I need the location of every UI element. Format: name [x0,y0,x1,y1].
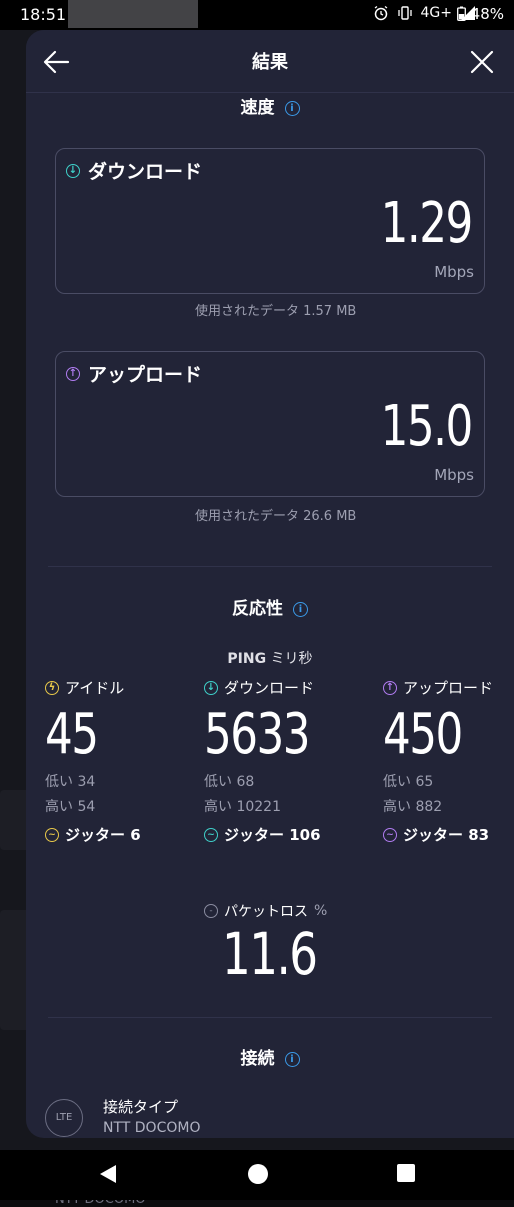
download-jitter: ~ ジッター 106 [204,824,344,845]
divider [48,566,492,567]
blurred-notification-area [68,0,198,28]
results-sheet: 結果 速度 i ↓ ダウンロード 1.29 Mbps 使用されたデータ 1.57 … [26,30,514,1138]
connection-type-label: 接続タイプ [103,1098,179,1116]
download-speed-value: 1.29 [380,191,474,256]
wave-circle-icon: ~ [45,827,59,842]
upload-speed-unit: Mbps [434,466,474,484]
packet-loss-heading: - パケットロス % [204,901,327,921]
download-ping-value: 5633 [204,702,310,767]
idle-heading: ϟ アイドル [45,677,185,698]
status-bar: 18:51 4G+ 48% [0,0,514,30]
wave-circle-icon: ~ [383,827,397,842]
info-icon[interactable]: i [284,100,300,116]
connection-type-value: NTT DOCOMO [103,1120,201,1136]
page-title: 結果 [252,52,288,73]
idle-jitter-text: ジッター 6 [65,826,141,844]
network-type: 4G+ [420,5,453,21]
download-data-used: 使用されたデータ 1.57 MB [195,304,357,319]
download-speed-unit: Mbps [434,263,474,281]
vibrate-icon [397,6,412,20]
download-ping-heading: ↓ ダウンロード [204,677,344,698]
upload-label: ↑ アップロード [66,360,202,387]
upload-jitter-text: ジッター 83 [403,826,490,844]
responsiveness-title-text: 反応性 [232,599,283,619]
idle-jitter: ~ ジッター 6 [45,824,185,845]
upload-speed-value: 15.0 [380,394,474,459]
arrow-down-circle-icon: ↓ [66,163,80,178]
info-icon[interactable]: i [293,601,308,617]
idle-low: 低い 34 [45,774,96,790]
speed-title-text: 速度 [240,98,275,118]
nav-home-button[interactable] [246,1162,270,1190]
upload-ping-value: 450 [383,702,463,767]
upload-data-used: 使用されたデータ 26.6 MB [195,509,357,524]
idle-ping-value: 45 [45,702,99,767]
bolt-circle-icon: ϟ [45,680,59,695]
download-ping-low: 低い 68 [204,774,255,790]
lte-icon: LTE [45,1099,83,1137]
ping-unit: ミリ秒 [270,651,313,667]
arrow-up-circle-icon: ↑ [383,680,397,695]
packet-loss-unit: % [314,903,328,919]
circle-home-icon [248,1164,268,1184]
nav-back-button[interactable] [96,1162,120,1190]
divider [48,1017,492,1018]
responsiveness-section-title: 反応性 i [26,594,514,619]
upload-ping-low: 低い 65 [383,774,434,790]
battery-percent: 48% [470,5,504,23]
battery-icon [456,6,466,21]
upload-ping-heading: ↑ アップロード [383,677,514,698]
connection-section-title: 接続 i [26,1044,514,1069]
navigation-bar [0,1150,514,1200]
sheet-header: 結果 [26,30,514,93]
download-label: ↓ ダウンロード [66,157,202,184]
download-jitter-text: ジッター 106 [224,826,321,844]
wave-circle-icon: ~ [204,827,218,842]
upload-ping-label: アップロード [403,679,494,697]
packet-loss-label: パケットロス [224,904,308,920]
upload-label-text: アップロード [88,364,203,386]
idle-high: 高い 54 [45,799,96,815]
alarm-icon [374,5,387,21]
upload-ping-high: 高い 882 [383,799,443,815]
upload-card: ↑ アップロード 15.0 Mbps [55,351,485,497]
status-time: 18:51 [20,5,67,24]
download-ping-label: ダウンロード [224,679,315,697]
arrow-down-circle-icon: ↓ [204,680,218,695]
ping-column-upload: ↑ アップロード 450 低い 65 高い 882 ~ ジッター 83 [383,677,514,845]
download-card: ↓ ダウンロード 1.29 Mbps [55,148,485,294]
packet-loss-icon: - [204,904,218,918]
ping-column-download: ↓ ダウンロード 5633 低い 68 高い 10221 ~ ジッター 106 [204,677,344,845]
square-recents-icon [397,1164,415,1182]
ping-text: PING [227,651,267,667]
triangle-back-icon [100,1165,116,1183]
info-icon[interactable]: i [284,1051,300,1067]
ping-label: PING ミリ秒 [26,648,514,668]
nav-recents-button[interactable] [395,1162,417,1188]
packet-loss-value: 11.6 [222,920,318,988]
connection-title-text: 接続 [240,1049,275,1069]
idle-label: アイドル [65,679,125,697]
arrow-up-circle-icon: ↑ [66,366,80,381]
upload-jitter: ~ ジッター 83 [383,824,514,845]
speed-section-title: 速度 i [26,93,514,118]
ping-column-idle: ϟ アイドル 45 低い 34 高い 54 ~ ジッター 6 [45,677,185,845]
close-icon [470,50,494,74]
download-ping-high: 高い 10221 [204,799,281,815]
close-button[interactable] [462,42,502,82]
download-label-text: ダウンロード [88,161,203,183]
battery: 48% [456,5,504,23]
